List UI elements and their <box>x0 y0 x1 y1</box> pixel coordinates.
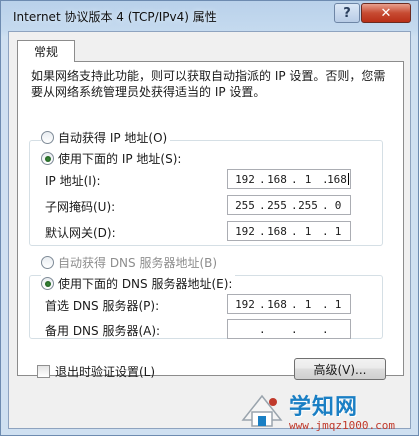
subnet-mask-label: 子网掩码(U): <box>45 200 116 214</box>
window-title: Internet 协议版本 4 (TCP/IPv4) 属性 <box>13 10 217 24</box>
close-button[interactable]: ✕ <box>361 3 411 23</box>
watermark: 学知网 www.jmqz1000.com <box>239 387 414 433</box>
alternate-dns-dot: . <box>322 323 329 336</box>
watermark-text: 学知网 www.jmqz1000.com <box>289 389 395 432</box>
default-gateway-dot: . <box>259 225 266 238</box>
dialog-window: Internet 协议版本 4 (TCP/IPv4) 属性 ? ✕ 常规 如果网… <box>0 0 419 436</box>
radio-auto-dns-label: 自动获得 DNS 服务器地址(B) <box>58 256 218 270</box>
radio-auto-ip-label: 自动获得 IP 地址(O) <box>58 131 168 145</box>
text-cursor <box>347 173 349 185</box>
radio-manual-dns-label: 使用下面的 DNS 服务器地址(E): <box>58 277 233 291</box>
ip-address-octet-1: 192 <box>235 173 255 186</box>
radio-manual-dns[interactable]: 使用下面的 DNS 服务器地址(E): <box>41 275 236 292</box>
alternate-dns-dot: . <box>259 323 266 336</box>
alternate-dns-label: 备用 DNS 服务器(A): <box>45 324 161 338</box>
watermark-logo-icon <box>239 390 285 430</box>
title-bar[interactable]: Internet 协议版本 4 (TCP/IPv4) 属性 ? ✕ <box>1 1 418 31</box>
default-gateway-octet-2: 168 <box>267 225 287 238</box>
radio-manual-ip-indicator <box>41 152 54 165</box>
alternate-dns-input[interactable]: . . . <box>227 319 351 339</box>
ip-address-octet-3: 1 <box>304 173 312 186</box>
radio-manual-ip-label: 使用下面的 IP 地址(S): <box>58 152 182 166</box>
validate-settings-label: 退出时验证设置(L) <box>55 365 156 379</box>
help-button[interactable]: ? <box>334 3 360 23</box>
watermark-url: www.jmqz1000.com <box>289 418 395 432</box>
validate-settings-checkbox[interactable] <box>37 365 50 378</box>
default-gateway-octet-4: 1 <box>334 225 342 238</box>
preferred-dns-dot: . <box>259 298 266 311</box>
subnet-mask-octet-4: 0 <box>334 199 342 212</box>
tab-general[interactable]: 常规 <box>17 40 75 62</box>
subnet-mask-dot: . <box>259 199 266 212</box>
subnet-mask-octet-3: 255 <box>298 199 318 212</box>
description-text: 如果网络支持此功能，则可以获取自动指派的 IP 设置。否则，您需要从网络系统管理… <box>31 69 386 99</box>
ip-address-octet-4: 168 <box>327 173 349 186</box>
default-gateway-input[interactable]: 192 . 168 . 1 . 1 <box>227 221 351 241</box>
ip-address-label: IP 地址(I): <box>45 174 101 188</box>
preferred-dns-octet-1: 192 <box>235 298 255 311</box>
ip-address-dot: . <box>259 173 266 186</box>
subnet-mask-octet-1: 255 <box>235 199 255 212</box>
subnet-mask-input[interactable]: 255 . 255 . 255 . 0 <box>227 195 351 215</box>
alternate-dns-dot: . <box>291 323 298 336</box>
preferred-dns-label: 首选 DNS 服务器(P): <box>45 299 160 313</box>
radio-manual-dns-indicator <box>41 277 54 290</box>
preferred-dns-octet-3: 1 <box>304 298 312 311</box>
watermark-main: 学知网 <box>289 394 359 420</box>
preferred-dns-octet-4: 1 <box>334 298 342 311</box>
radio-auto-dns-indicator <box>41 256 54 269</box>
default-gateway-octet-1: 192 <box>235 225 255 238</box>
radio-auto-ip-indicator <box>41 131 54 144</box>
default-gateway-octet-3: 1 <box>304 225 312 238</box>
subnet-mask-octet-2: 255 <box>267 199 287 212</box>
ip-address-input[interactable]: 192 . 168 . 1 . 168 <box>227 169 351 189</box>
validate-settings-checkbox-row[interactable]: 退出时验证设置(L) <box>37 363 155 380</box>
default-gateway-label: 默认网关(D): <box>45 226 116 240</box>
advanced-button[interactable]: 高级(V)... <box>294 358 386 380</box>
radio-auto-dns[interactable]: 自动获得 DNS 服务器地址(B) <box>41 254 221 271</box>
preferred-dns-octet-2: 168 <box>267 298 287 311</box>
radio-manual-ip[interactable]: 使用下面的 IP 地址(S): <box>41 150 185 167</box>
ip-address-octet-2: 168 <box>267 173 287 186</box>
radio-auto-ip[interactable]: 自动获得 IP 地址(O) <box>41 129 171 146</box>
preferred-dns-input[interactable]: 192 . 168 . 1 . 1 <box>227 294 351 314</box>
